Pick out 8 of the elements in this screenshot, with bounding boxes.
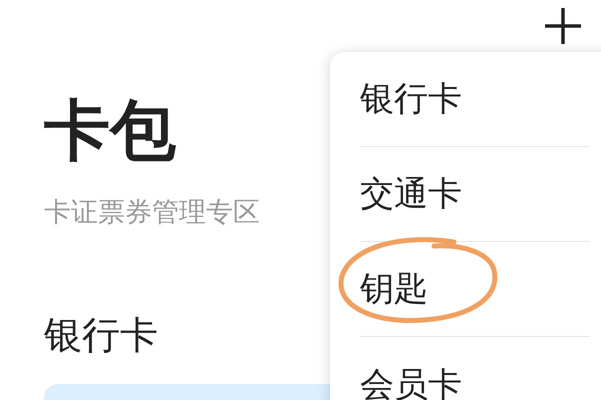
page-title: 卡包 (44, 92, 176, 170)
page-subtitle: 卡证票券管理专区 (44, 196, 260, 230)
menu-item[interactable]: 交通卡 (360, 173, 462, 215)
menu-item[interactable]: 会员卡 (360, 364, 462, 400)
menu-item[interactable]: 银行卡 (360, 78, 462, 120)
section-title: 银行卡 (44, 312, 158, 358)
add-icon[interactable] (543, 6, 583, 46)
menu-item[interactable]: 钥匙 (360, 268, 428, 310)
